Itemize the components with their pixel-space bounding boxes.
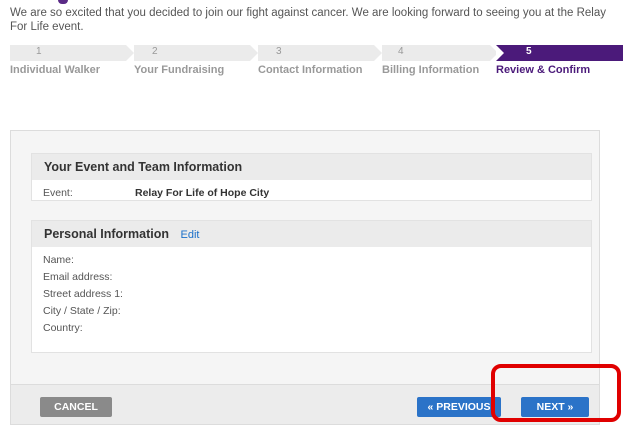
name-row: Name: <box>32 251 591 268</box>
step-number: 2 <box>152 46 158 57</box>
header-accent <box>58 0 68 4</box>
name-label: Name: <box>43 253 74 266</box>
cancel-button[interactable]: CANCEL <box>40 397 112 417</box>
form-footer: CANCEL « PREVIOUS NEXT » <box>11 384 599 424</box>
review-card: Your Event and Team Information Event: R… <box>10 130 600 425</box>
progress-steps: 1 Individual Walker 2 Your Fundraising 3… <box>10 45 623 81</box>
step-label: Review & Confirm <box>496 64 591 76</box>
personal-section: Personal Information Edit Name: Email ad… <box>31 220 592 353</box>
step-2: 2 Your Fundraising <box>134 45 258 81</box>
intro-text: We are so excited that you decided to jo… <box>10 7 607 33</box>
street-label: Street address 1: <box>43 287 123 300</box>
step-label: Individual Walker <box>10 64 101 76</box>
previous-button[interactable]: « PREVIOUS <box>417 397 501 417</box>
step-5: 5 Review & Confirm <box>496 45 623 81</box>
email-label: Email address: <box>43 270 113 283</box>
event-section: Your Event and Team Information Event: R… <box>31 153 592 201</box>
city-label: City / State / Zip: <box>43 304 121 317</box>
city-row: City / State / Zip: <box>32 302 591 319</box>
personal-section-title: Personal Information <box>44 227 170 241</box>
step-label: Your Fundraising <box>134 64 225 76</box>
step-number: 3 <box>276 46 282 57</box>
edit-personal-link[interactable]: Edit <box>181 229 200 241</box>
personal-rows: Name: Email address: Street address 1: C… <box>32 247 591 336</box>
step-number: 4 <box>398 46 404 57</box>
event-label: Event: <box>43 186 73 199</box>
event-value: Relay For Life of Hope City <box>135 186 270 199</box>
step-number: 1 <box>36 46 42 57</box>
step-bar <box>10 45 134 61</box>
step-bar <box>496 45 623 61</box>
country-row: Country: <box>32 319 591 336</box>
step-label: Contact Information <box>258 64 363 76</box>
step-1: 1 Individual Walker <box>10 45 134 81</box>
step-label: Billing Information <box>382 64 480 76</box>
street-row: Street address 1: <box>32 285 591 302</box>
personal-section-header: Personal Information Edit <box>32 221 591 247</box>
country-label: Country: <box>43 321 83 334</box>
step-3: 3 Contact Information <box>258 45 382 81</box>
next-button[interactable]: NEXT » <box>521 397 589 417</box>
event-section-title: Your Event and Team Information <box>32 154 591 180</box>
step-4: 4 Billing Information <box>382 45 498 81</box>
step-number: 5 <box>526 46 532 57</box>
email-row: Email address: <box>32 268 591 285</box>
event-row: Event: Relay For Life of Hope City <box>32 184 591 201</box>
